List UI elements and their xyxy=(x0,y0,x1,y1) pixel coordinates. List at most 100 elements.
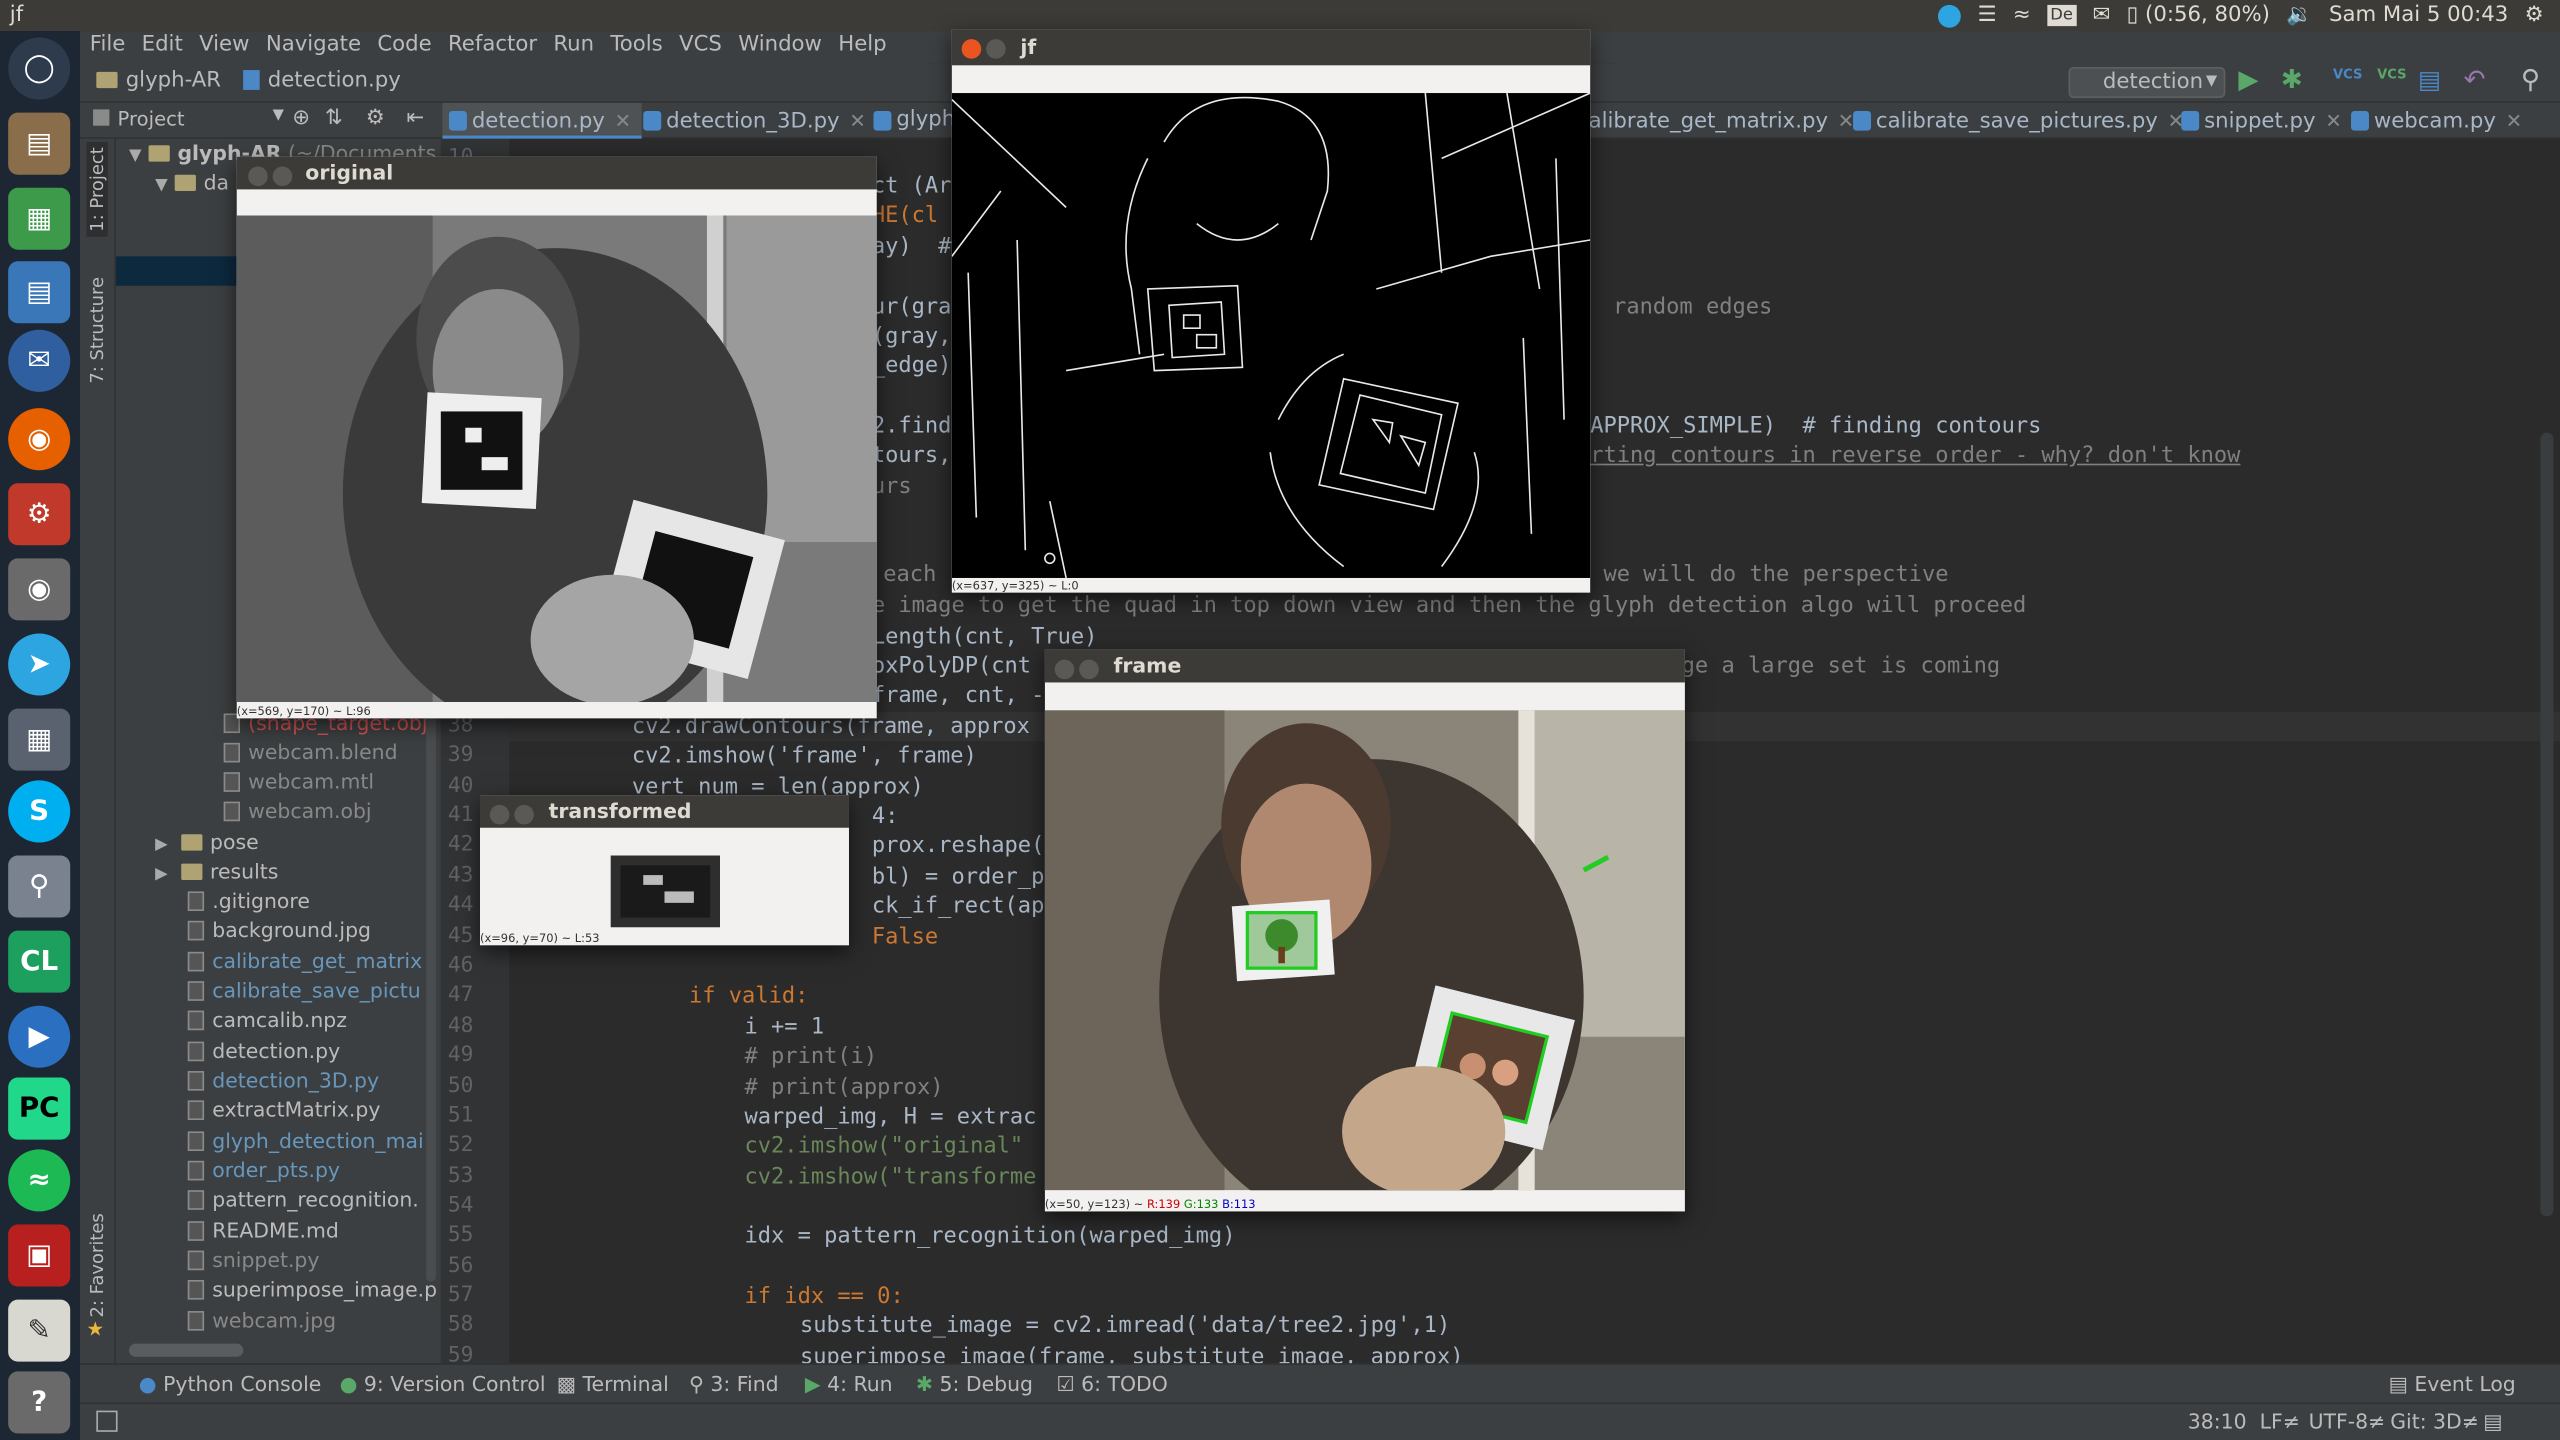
media-player-icon[interactable]: ▶ xyxy=(8,1005,71,1068)
tab-webcam-py[interactable]: webcam.py ✕ xyxy=(2344,103,2531,139)
tree-item[interactable]: order_pts.py xyxy=(187,1156,340,1185)
tree-item[interactable]: README.md xyxy=(187,1216,339,1245)
horizontal-scrollbar[interactable] xyxy=(128,1343,244,1357)
menu-window[interactable]: Window xyxy=(732,31,829,60)
spotify-icon[interactable]: ≈ xyxy=(8,1149,71,1212)
telegram-tray-icon[interactable] xyxy=(1938,4,1962,27)
menu-tools[interactable]: Tools xyxy=(604,31,669,60)
close-icon[interactable]: ✕ xyxy=(615,109,631,132)
version-control-button[interactable]: ● 9: Version Control xyxy=(340,1371,546,1395)
window-transformed[interactable]: transformed (x=96, y=70) ~ L:53 xyxy=(479,795,849,946)
close-icon[interactable]: ✕ xyxy=(2506,109,2522,132)
menu-refactor[interactable]: Refactor xyxy=(441,31,543,60)
run-config-select[interactable]: detection ▼ xyxy=(2068,66,2226,98)
tree-item[interactable]: snippet.py xyxy=(187,1246,319,1275)
settings-gear-icon[interactable]: ⚙ xyxy=(2525,0,2544,31)
tree-item[interactable]: glyph_detection_mai xyxy=(187,1127,424,1156)
volume-icon[interactable]: 🔉 xyxy=(2286,0,2312,31)
find-button[interactable]: ⚲ 3: Find xyxy=(689,1371,779,1395)
clock[interactable]: Sam Mai 5 00:43 xyxy=(2329,0,2508,31)
tree-item[interactable]: calibrate_save_pictu xyxy=(187,976,421,1005)
thunderbird-icon[interactable]: ✉ xyxy=(8,329,71,392)
close-icon[interactable]: ✕ xyxy=(2325,109,2341,132)
hide-panel-icon[interactable]: ⇤ xyxy=(407,106,425,130)
writer-icon[interactable]: ▤ xyxy=(8,261,71,324)
tree-folder-results[interactable]: ▶ results xyxy=(155,857,278,886)
battery-indicator[interactable]: ▯ (0:56, 80%) xyxy=(2127,0,2270,31)
line-separator[interactable]: LF≠ xyxy=(2260,1409,2300,1433)
editor-scrollbar[interactable] xyxy=(2540,432,2554,1217)
todo-button[interactable]: ☑ 6: TODO xyxy=(1056,1371,1167,1395)
wifi-icon[interactable]: ≈ xyxy=(2013,0,2031,31)
tree-folder-pose[interactable]: ▶ pose xyxy=(155,828,259,857)
search-everywhere-icon[interactable]: ⚲ xyxy=(2521,64,2540,95)
minimize-window-icon[interactable] xyxy=(986,39,1006,59)
camera-icon[interactable]: ◉ xyxy=(8,558,71,621)
system-settings-icon[interactable]: ⚙ xyxy=(8,483,71,546)
files-icon[interactable]: ▤ xyxy=(8,112,71,175)
tree-item[interactable]: webcam.mtl xyxy=(223,767,374,796)
menu-code[interactable]: Code xyxy=(371,31,438,60)
window-jf[interactable]: jf (x=637, y=325) ~ L:0 xyxy=(951,29,1591,593)
menu-tray-icon[interactable]: ☰ xyxy=(1977,0,1996,31)
text-editor-icon[interactable]: ✎ xyxy=(8,1299,71,1362)
debug-tool-button[interactable]: ✱ 5: Debug xyxy=(916,1371,1033,1395)
tab-detection-py[interactable]: detection.py ✕ xyxy=(442,102,641,139)
favorites-tool-button[interactable]: 2: Favorites xyxy=(87,1213,108,1317)
menu-file[interactable]: File xyxy=(83,31,132,60)
breadcrumb-file[interactable]: detection.py xyxy=(243,69,401,93)
tree-item[interactable]: webcam.obj xyxy=(223,797,372,826)
window-titlebar[interactable]: transformed xyxy=(479,795,849,828)
tab-glyph[interactable]: glyph xyxy=(867,103,965,139)
tree-item[interactable]: detection.py xyxy=(187,1037,340,1066)
python-console-button[interactable]: ● Python Console xyxy=(139,1371,322,1395)
minimize-window-icon[interactable] xyxy=(1079,659,1099,680)
structure-tool-button[interactable]: 7: Structure xyxy=(87,277,108,384)
breadcrumb-project[interactable]: glyph-AR xyxy=(96,69,221,93)
image-viewer-icon[interactable]: ⚲ xyxy=(8,855,71,918)
terminal-button[interactable]: ▩ Terminal xyxy=(557,1371,669,1395)
menu-help[interactable]: Help xyxy=(832,31,893,60)
project-tool-button[interactable]: 1: Project xyxy=(86,142,108,237)
tree-item[interactable]: calibrate_get_matrix xyxy=(187,947,422,976)
tree-item[interactable]: superimpose_image.p xyxy=(187,1275,437,1304)
tree-item[interactable]: camcalib.npz xyxy=(187,1006,347,1035)
pycharm-icon[interactable]: PC xyxy=(8,1077,71,1140)
calculator-icon[interactable]: ▦ xyxy=(8,708,71,771)
run-icon[interactable]: ▶ xyxy=(2238,64,2258,95)
tree-item[interactable]: .gitignore xyxy=(187,887,310,916)
minimize-window-icon[interactable] xyxy=(514,804,534,825)
close-window-icon[interactable] xyxy=(1054,659,1075,680)
file-encoding[interactable]: UTF-8≠ xyxy=(2309,1409,2386,1433)
tab-snippet-py[interactable]: snippet.py ✕ xyxy=(2175,103,2352,139)
window-titlebar[interactable]: frame xyxy=(1044,649,1685,683)
project-view-select[interactable]: Project ▼ xyxy=(93,108,286,131)
window-frame[interactable]: frame (x=50, y=123) ~ R:139 G:133 B:113 xyxy=(1044,649,1685,1212)
vcs-commit-icon[interactable]: VCS xyxy=(2377,67,2406,82)
lock-icon[interactable]: ▤ xyxy=(2483,1409,2502,1433)
system-tray[interactable]: ☰ ≈ De ✉ ▯ (0:56, 80%) 🔉 Sam Mai 5 00:43… xyxy=(1938,0,2544,31)
menu-navigate[interactable]: Navigate xyxy=(259,31,367,60)
help-icon[interactable]: ? xyxy=(8,1371,71,1434)
clion-icon[interactable]: CL xyxy=(8,930,71,993)
keyboard-layout-icon[interactable]: De xyxy=(2046,4,2077,27)
git-branch[interactable]: Git: 3D≠ xyxy=(2390,1409,2479,1433)
tree-item[interactable]: background.jpg xyxy=(187,916,371,945)
menu-run[interactable]: Run xyxy=(547,31,601,60)
close-window-icon[interactable] xyxy=(489,804,510,825)
tree-item[interactable]: detection_3D.py xyxy=(187,1066,379,1095)
caret-position[interactable]: 38:10 xyxy=(2188,1409,2247,1433)
window-titlebar[interactable]: original xyxy=(236,156,877,190)
terminal-red-icon[interactable]: ▣ xyxy=(8,1224,71,1287)
sync-target-icon[interactable]: ⊕ xyxy=(292,106,310,130)
spreadsheet-icon[interactable]: ▦ xyxy=(8,187,71,250)
run-tool-button[interactable]: ▶ 4: Run xyxy=(805,1371,893,1395)
tree-folder-data[interactable]: ▼ da xyxy=(155,168,229,197)
tab-calibrate-get-matrix[interactable]: alibrate_get_matrix.py ✕ xyxy=(1582,103,1864,139)
revert-icon[interactable]: ↶ xyxy=(2464,64,2486,95)
minimize-window-icon[interactable] xyxy=(272,166,293,187)
vcs-history-icon[interactable]: ▤ xyxy=(2418,65,2441,94)
tree-item[interactable]: webcam.jpg xyxy=(187,1306,336,1335)
tab-detection-3d-py[interactable]: detection_3D.py ✕ xyxy=(637,103,876,139)
menu-edit[interactable]: Edit xyxy=(135,31,189,60)
